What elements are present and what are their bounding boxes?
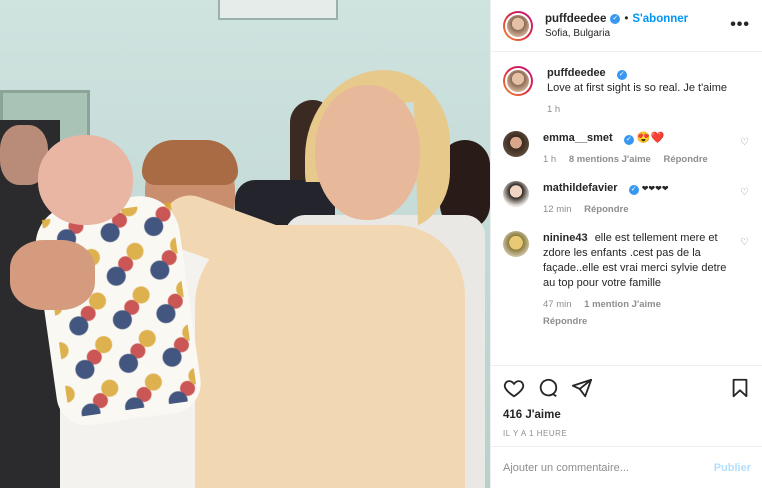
reply-button[interactable]: Répondre — [543, 316, 587, 327]
avatar[interactable] — [503, 181, 529, 207]
post-timestamp[interactable]: IL Y A 1 HEURE — [503, 429, 751, 438]
comment-input[interactable] — [503, 461, 714, 474]
add-comment-bar: Publier — [491, 446, 762, 488]
caption-username[interactable]: puffdeedee — [547, 67, 606, 79]
caption: puffdeedee ✓ Love at first sight is so r… — [503, 66, 750, 117]
comment-username[interactable]: mathildefavier — [543, 182, 618, 194]
list-item: emma__smet ✓ 😍❤️ 1 h 8 mentions J'aime R… — [503, 131, 750, 167]
like-icon[interactable] — [503, 377, 525, 399]
avatar[interactable] — [503, 231, 529, 257]
hand — [10, 240, 95, 310]
verified-icon: ✓ — [616, 70, 627, 80]
follow-button[interactable]: S'abonner — [632, 13, 688, 25]
list-item: mathildefavier ✓ ❤❤❤❤ 12 min Répondre ♡ — [503, 181, 750, 217]
reply-button[interactable]: Répondre — [584, 204, 628, 215]
caption-time[interactable]: 1 h — [547, 104, 560, 115]
comment-icon[interactable] — [537, 377, 559, 399]
wall-fixture — [218, 0, 338, 20]
comments-list: puffdeedee ✓ Love at first sight is so r… — [491, 52, 762, 367]
verified-icon: ✓ — [623, 135, 634, 145]
woman-head — [315, 85, 420, 220]
more-icon[interactable]: ••• — [730, 16, 750, 34]
verified-icon: ✓ — [610, 13, 621, 24]
separator: • — [624, 12, 629, 25]
comment-time[interactable]: 1 h — [543, 154, 556, 165]
bookmark-icon[interactable] — [729, 377, 751, 399]
comment-username[interactable]: ninine43 — [543, 232, 588, 244]
comment-text: 😍❤️ — [636, 132, 665, 144]
location-link[interactable]: Sofia, Bulgaria — [545, 28, 688, 39]
avatar[interactable] — [503, 10, 533, 41]
baby-head — [38, 135, 133, 225]
list-item: ninine43 elle est tellement mere et zdor… — [503, 231, 750, 329]
heart-icon[interactable]: ♡ — [740, 237, 750, 248]
avatar[interactable] — [503, 131, 529, 157]
comment-time[interactable]: 47 min — [543, 299, 572, 310]
comment-time[interactable]: 12 min — [543, 204, 572, 215]
comment-username[interactable]: emma__smet — [543, 132, 613, 144]
publish-button[interactable]: Publier — [714, 462, 751, 474]
comment-likes[interactable]: 8 mentions J'aime — [569, 154, 651, 165]
share-icon[interactable] — [571, 377, 593, 399]
header-username[interactable]: puffdeedee — [545, 13, 606, 25]
comment-text: ❤❤❤❤ — [641, 184, 669, 193]
reply-button[interactable]: Répondre — [663, 154, 707, 165]
caption-text: Love at first sight is so real. Je t'aim… — [547, 82, 728, 94]
post-photo[interactable] — [0, 0, 490, 488]
post-side-panel: puffdeedee ✓ • S'abonner Sofia, Bulgaria… — [490, 0, 762, 488]
post-actions: 416 J'aime IL Y A 1 HEURE — [491, 365, 762, 438]
nurse-hair — [142, 140, 238, 185]
verified-icon: ✓ — [628, 185, 639, 195]
baby-pattern — [41, 201, 199, 419]
heart-icon[interactable]: ♡ — [740, 187, 750, 198]
heart-icon[interactable]: ♡ — [740, 137, 750, 148]
avatar[interactable] — [503, 66, 533, 96]
post-header: puffdeedee ✓ • S'abonner Sofia, Bulgaria… — [491, 0, 762, 52]
likes-count[interactable]: 416 J'aime — [503, 409, 751, 421]
comment-likes[interactable]: 1 mention J'aime — [584, 299, 661, 310]
